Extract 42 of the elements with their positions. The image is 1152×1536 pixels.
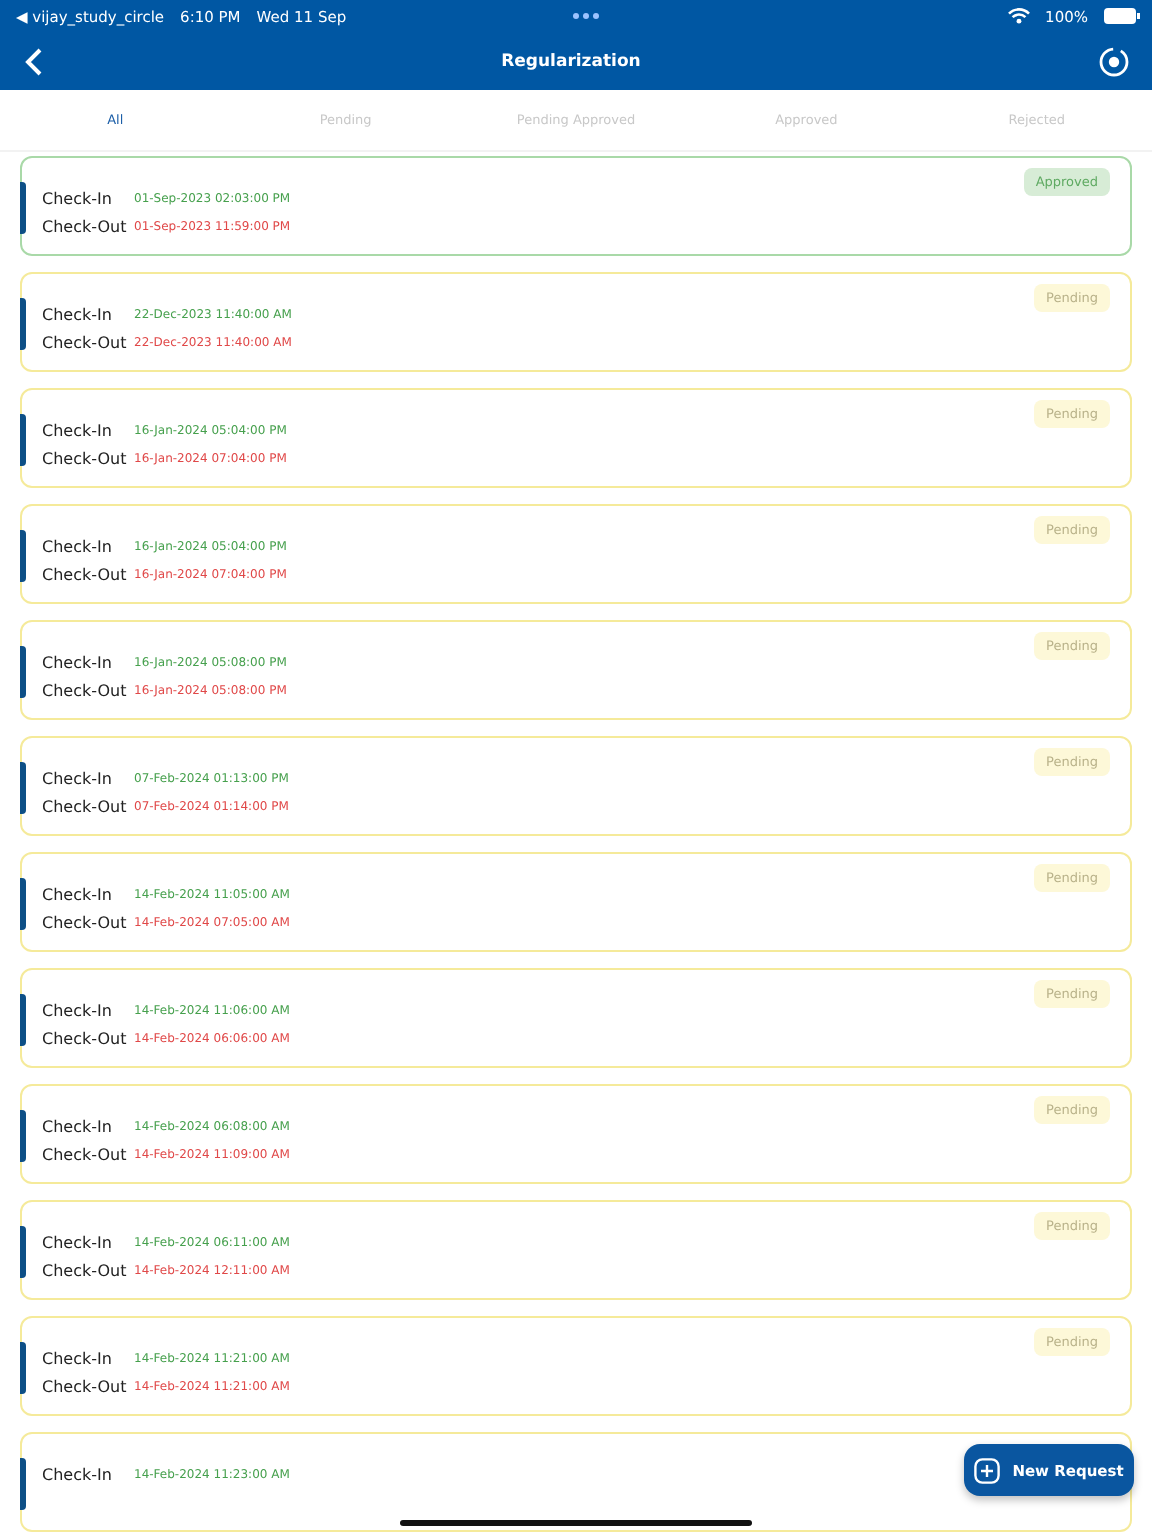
history-icon[interactable] [1097, 45, 1130, 77]
card-accent-bar [20, 646, 26, 698]
card-accent-bar [20, 1110, 26, 1162]
check-out-label: Check-Out [42, 914, 124, 932]
check-out-label: Check-Out [42, 1378, 124, 1396]
card-accent-bar [20, 1342, 26, 1394]
battery-icon [1104, 8, 1140, 24]
check-in-label: Check-In [42, 190, 114, 208]
back-icon[interactable] [24, 47, 44, 75]
card-accent-bar [20, 530, 26, 582]
plus-icon [974, 1457, 1001, 1483]
check-in-label: Check-In [42, 654, 114, 672]
check-out-label: Check-Out [42, 1030, 124, 1048]
card-accent-bar [20, 994, 26, 1046]
check-in-label: Check-In [42, 770, 114, 788]
check-in-label: Check-In [42, 886, 114, 904]
check-out-label: Check-Out [42, 1262, 124, 1280]
check-in-label: Check-In [42, 1002, 114, 1020]
check-in-label: Check-In [42, 306, 114, 324]
card-accent-bar [20, 762, 26, 814]
check-out-label: Check-Out [42, 798, 124, 816]
wifi-icon [1007, 8, 1030, 24]
check-out-label: Check-Out [42, 218, 124, 236]
card-accent-bar [20, 878, 26, 930]
check-out-label: Check-Out [42, 566, 124, 584]
check-in-label: Check-In [42, 1466, 114, 1484]
card-accent-bar [20, 298, 26, 350]
card-accent-bar [20, 1226, 26, 1278]
check-out-label: Check-Out [42, 1146, 124, 1164]
check-out-label: Check-Out [42, 450, 124, 468]
page-title: Regularization [501, 51, 641, 71]
check-in-label: Check-In [42, 1234, 114, 1252]
check-in-label: Check-In [42, 1350, 114, 1368]
multitask-dots-icon[interactable] [572, 12, 601, 20]
card-accent-bar [20, 414, 26, 466]
card-accent-bar [20, 182, 26, 234]
check-in-label: Check-In [42, 538, 114, 556]
check-in-label: Check-In [42, 422, 114, 440]
check-out-label: Check-Out [42, 334, 124, 352]
check-in-label: Check-In [42, 1118, 114, 1136]
check-out-label: Check-Out [42, 682, 124, 700]
card-accent-bar [20, 1458, 26, 1510]
